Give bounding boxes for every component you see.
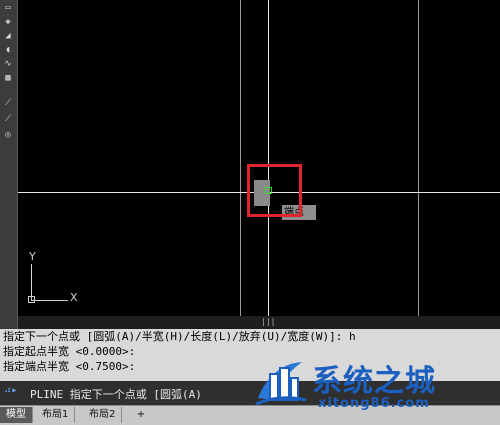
spline-icon[interactable]: ∿ (2, 59, 14, 70)
city-logo-icon (255, 362, 307, 406)
revcloud-icon[interactable]: ◈ (2, 17, 14, 28)
drawing-canvas[interactable]: 端点 Y X (18, 0, 500, 316)
circle-icon[interactable]: ◎ (2, 130, 14, 141)
watermark-url: xitong86.com (318, 396, 430, 411)
rectangle-icon[interactable]: ▭ (2, 3, 14, 14)
tab-layout1[interactable]: 布局1 (36, 407, 76, 423)
history-line: 指定下一个点或 [圆弧(A)/半宽(H)/长度(L)/放弃(U)/宽度(W)]:… (3, 330, 356, 343)
draw-toolbar: ▭ ◈ ◢ ◖ ∿ ▦ ⟋ ⟋ ◎ (0, 0, 18, 330)
crosshair-vertical (268, 0, 269, 316)
polyline-edit-icon[interactable]: ⟋ (2, 114, 14, 125)
horizontal-scrollbar[interactable]: ||| (18, 316, 500, 329)
watermark-title: 系统之城 (312, 364, 436, 399)
region-icon[interactable]: ◢ (2, 31, 14, 42)
line-edit-icon[interactable]: ⟋ (2, 98, 14, 109)
add-layout-button[interactable]: + (133, 407, 149, 423)
highlight-annotation (247, 164, 302, 217)
command-prompt-icon: ⠴▸ (4, 385, 18, 396)
ucs-x-label: X (70, 291, 78, 304)
drawn-line (240, 0, 241, 316)
scrollbar-thumb-icon[interactable]: ||| (261, 318, 275, 326)
tab-model[interactable]: 模型 (0, 407, 33, 423)
command-input[interactable]: PLINE 指定下一个点或 [圆弧(A) (30, 386, 202, 402)
ucs-origin (28, 296, 35, 303)
ucs-y-label: Y (29, 250, 36, 263)
insert-block-icon[interactable]: ▦ (2, 73, 14, 84)
tab-layout2[interactable]: 布局2 (83, 407, 123, 423)
ucs-icon: Y X (26, 250, 86, 306)
site-watermark: 系统之城 xitong86.com (252, 350, 492, 420)
drawn-line (418, 0, 419, 316)
ucs-x-axis (31, 300, 68, 301)
arc-region-icon[interactable]: ◖ (2, 45, 14, 56)
